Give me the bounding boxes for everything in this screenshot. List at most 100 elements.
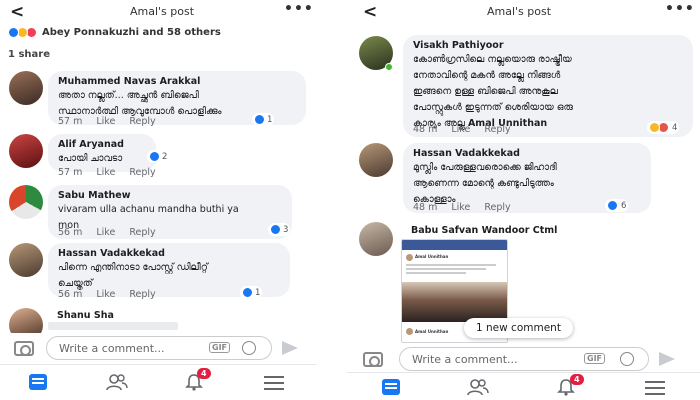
comment-reaction-count[interactable]: 4 [647,121,680,134]
commenter-name[interactable]: Hassan Vadakkekad [413,148,641,159]
panel-separator [316,0,347,400]
more-options-button[interactable]: ••• [665,1,695,17]
comment-text: vivaram ulla achanu mandha buthi ya [58,204,239,215]
reply-button[interactable]: Reply [129,289,155,300]
like-button[interactable]: Like [96,116,115,127]
more-options-button[interactable]: ••• [284,1,314,17]
comment-meta: 56 m Like Reply [58,227,170,238]
notification-badge: 4 [197,368,211,379]
commenter-name[interactable]: Shanu Sha [57,310,114,321]
commenter-name[interactable]: Visakh Pathiyoor [413,40,683,51]
comment-text: ആണെന്ന മോന്റെ കണ്ടുപിടുത്തം [413,178,554,189]
emoji-icon[interactable] [242,341,256,355]
like-reaction-icon [149,151,160,162]
menu-icon[interactable] [264,375,284,394]
comment-time: 48 m [413,202,438,213]
comment-placeholder: Write a comment... [412,353,518,366]
comment-text: കോൺഗ്രസിലെ നല്ലയൊരു രാഷ്ട്രീയ [413,54,572,65]
bottom-nav: 4 [347,372,700,400]
comment-reaction-count[interactable]: 1 [252,113,275,126]
like-reaction-icon [8,27,19,38]
comment-reaction-count[interactable]: 3 [268,223,291,236]
commenter-name[interactable]: Babu Safvan Wandoor Ctml [411,225,557,236]
screenshot-photo [402,282,507,322]
like-button[interactable]: Like [451,202,470,213]
like-reaction-icon [270,224,281,235]
comment-time: 56 m [58,289,83,300]
like-button[interactable]: Like [96,167,115,178]
header-bar: < Amal's post ••• [0,0,316,26]
comment-text: ഇങ്ങനെ ഉള്ള ബിജെപി അനുകൂല [413,86,558,97]
avatar[interactable] [359,143,393,177]
gif-button[interactable]: GIF [209,342,231,353]
notification-badge: 4 [570,374,584,385]
comment-meta: 48 m Like Reply [413,124,525,135]
comment-meta: 57 m Like Reply [58,116,170,127]
comment-text: പിന്നെ എന്തിനാടാ പോസ്റ്റ് ഡിലീറ്റ് [58,262,208,273]
shared-image-thumbnail[interactable] [48,322,178,330]
comment-text: നേതാവിന്റെ മകൻ അല്ലേ നിങ്ങൾ [413,70,561,81]
emoji-icon[interactable] [620,352,634,366]
comment-reaction-count[interactable]: 6 [605,199,629,212]
reaction-summary[interactable]: Abey Ponnakuzhi and 58 others [8,27,221,38]
like-reaction-icon [254,114,265,125]
avatar[interactable] [9,185,43,219]
comment-meta: 48 m Like Reply [413,202,525,213]
reply-button[interactable]: Reply [484,202,510,213]
screenshot-avatar [406,254,413,261]
online-status-icon [385,63,393,71]
comment-meta: 57 m Like Reply [58,167,170,178]
comment-placeholder: Write a comment... [59,342,165,355]
comment-time: 48 m [413,124,438,135]
commenter-name[interactable]: Alif Aryanad [58,139,146,150]
camera-icon[interactable] [14,341,34,356]
comment-text: അതാ നല്ലത്... അച്ഛൻ ബിജെപി [58,90,199,101]
avatar[interactable] [359,222,393,256]
like-reaction-icon [242,287,253,298]
commenter-name[interactable]: Muhammed Navas Arakkal [58,76,296,87]
bottom-nav: 4 [0,364,316,400]
news-feed-icon[interactable] [28,373,48,395]
like-button[interactable]: Like [96,227,115,238]
comment-time: 57 m [58,167,83,178]
commenter-name[interactable]: Sabu Mathew [58,190,282,201]
comment-text: പോസ്റ്റുകൾ ഇടുന്നത് ശെരിയായ ഒരു [413,102,573,113]
reply-button[interactable]: Reply [484,124,510,135]
comment-time: 56 m [58,227,83,238]
comment-text: മുസ്ലിം പേരുള്ളവരൊക്കെ ജിഹാദി [413,162,557,173]
header-bar: < Amal's post ••• [347,0,700,26]
comment-input[interactable]: Write a comment... GIF [399,347,649,371]
comment-reaction-count[interactable]: 1 [240,286,263,299]
friends-icon[interactable] [467,378,489,400]
reply-button[interactable]: Reply [129,167,155,178]
back-button[interactable]: < [363,2,377,22]
comment-reaction-count[interactable]: 2 [147,150,170,163]
reply-button[interactable]: Reply [129,116,155,127]
commenter-name[interactable]: Hassan Vadakkekad [58,248,280,259]
send-icon[interactable] [659,352,675,366]
comment-input-bar: Write a comment... GIF [347,343,700,373]
reaction-text: Abey Ponnakuzhi and 58 others [42,27,221,38]
like-button[interactable]: Like [451,124,470,135]
avatar[interactable] [9,243,43,277]
send-icon[interactable] [282,341,298,355]
comment-input[interactable]: Write a comment... GIF [46,336,272,360]
menu-icon[interactable] [645,380,665,399]
gif-button[interactable]: GIF [584,353,606,364]
new-comment-pill[interactable]: 1 new comment [464,318,573,338]
screenshot-header [402,240,507,250]
back-button[interactable]: < [10,2,24,22]
screenshot-author: Amal Unnithan [415,329,449,334]
comment-time: 57 m [58,116,83,127]
news-feed-icon[interactable] [381,378,401,400]
friends-icon[interactable] [106,373,128,395]
page-title: Amal's post [130,5,195,18]
camera-icon[interactable] [363,352,383,367]
avatar[interactable] [9,134,43,168]
like-reaction-icon [607,200,618,211]
reply-button[interactable]: Reply [129,227,155,238]
screenshot-author: Amal Unnithan [415,254,449,259]
share-count[interactable]: 1 share [8,49,50,60]
like-button[interactable]: Like [96,289,115,300]
avatar[interactable] [9,71,43,105]
